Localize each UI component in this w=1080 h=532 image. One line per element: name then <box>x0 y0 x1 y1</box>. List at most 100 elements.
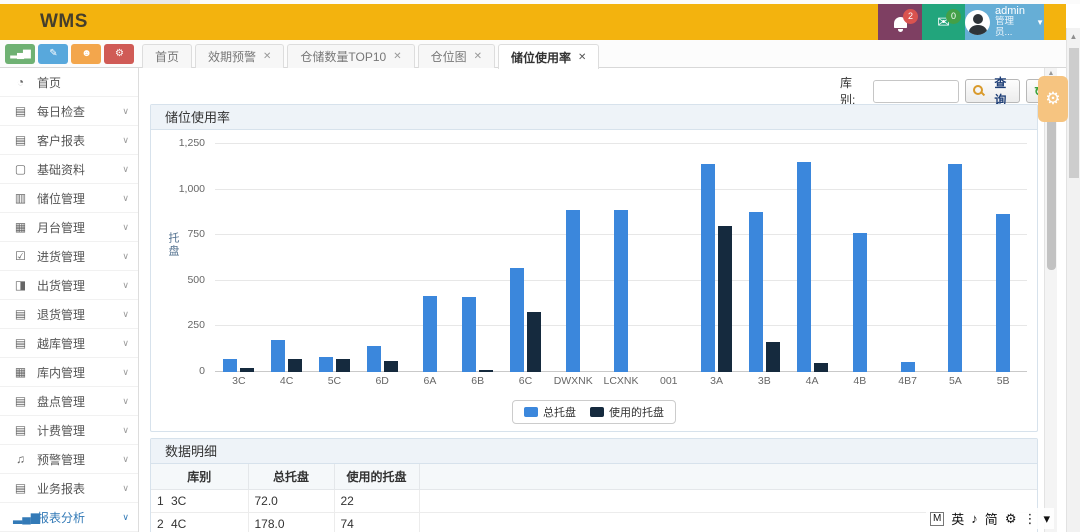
sidebar-item-12[interactable]: ▤计费管理∨ <box>0 416 138 445</box>
notifications-bell-button[interactable]: 2 <box>878 4 922 40</box>
sidebar-item-14[interactable]: ▤业务报表∨ <box>0 474 138 503</box>
bar-used <box>479 370 493 372</box>
browser-scrollbar[interactable]: ▲ <box>1066 28 1080 532</box>
tab-label: 储位使用率 <box>511 49 571 66</box>
legend-item[interactable]: 总托盘 <box>524 404 576 420</box>
list-icon: ▤ <box>13 104 28 118</box>
y-tick-label: 500 <box>187 274 205 286</box>
bar-total <box>319 357 333 373</box>
content-scrollbar[interactable]: ▲ <box>1044 68 1057 532</box>
search-button[interactable]: 查询 <box>965 79 1020 103</box>
ime-item[interactable]: ⚙ <box>1005 511 1017 527</box>
y-tick-label: 0 <box>199 365 205 377</box>
data-table: 库别总托盘使用的托盘 13C72.02224C178.074 <box>151 464 1037 532</box>
chevron-down-icon: ∨ <box>122 222 129 233</box>
sidebar-item-7[interactable]: ◨出货管理∨ <box>0 271 138 300</box>
sidebar-item-6[interactable]: ☑进货管理∨ <box>0 242 138 271</box>
sidebar-item-15[interactable]: ▂▄▆报表分析∨ <box>0 503 138 532</box>
chart-button[interactable]: ▂▄▆ <box>5 44 35 64</box>
bar-used <box>766 342 780 372</box>
sidebar-item-label: 首页 <box>37 74 61 91</box>
app-header: WMS 2 ✉ 0 admin 管理员... ▼ <box>0 4 1066 40</box>
tab-1[interactable]: 效期预警 ✕ <box>195 44 284 68</box>
chevron-down-icon: ∨ <box>122 367 129 378</box>
sidebar-item-0[interactable]: ◔首页 <box>0 68 138 97</box>
table-panel-title: 数据明细 <box>151 439 1037 464</box>
legend-swatch <box>524 407 538 417</box>
tab-close-icon[interactable]: ✕ <box>474 51 482 62</box>
tab-4[interactable]: 储位使用率 ✕ <box>498 44 599 69</box>
table-row[interactable]: 13C72.022 <box>151 489 1037 512</box>
x-tick-label: 4A <box>788 375 836 387</box>
ime-item[interactable]: ♪ <box>971 511 978 526</box>
user-menu[interactable]: admin 管理员... ▼ <box>965 4 1044 40</box>
ime-item[interactable]: 英 <box>951 509 964 528</box>
tab-2[interactable]: 仓储数量TOP10 ✕ <box>287 44 414 68</box>
settings-flap-button[interactable]: ⚙ <box>1038 76 1068 122</box>
warehouse-filter-input[interactable] <box>873 80 959 103</box>
row-number: 2 <box>157 517 171 531</box>
sidebar-item-label: 越库管理 <box>37 335 85 352</box>
x-tick-label: LCXNK <box>597 375 645 387</box>
sidebar-item-1[interactable]: ▤每日检查∨ <box>0 97 138 126</box>
y-axis-labels: 02505007501,0001,250 <box>151 144 205 372</box>
tab-0[interactable]: 首页 <box>142 44 192 68</box>
sidebar-item-4[interactable]: ▥储位管理∨ <box>0 184 138 213</box>
chevron-down-icon: ∨ <box>122 280 129 291</box>
messages-button[interactable]: ✉ 0 <box>922 4 965 40</box>
legend-label: 总托盘 <box>543 404 576 420</box>
x-tick-label: 4B <box>836 375 884 387</box>
x-tick-label: 3A <box>693 375 741 387</box>
x-tick-label: 4C <box>263 375 311 387</box>
tab-label: 仓储数量TOP10 <box>300 48 386 65</box>
tab-3[interactable]: 仓位图✕ <box>418 44 495 68</box>
sidebar-item-2[interactable]: ▤客户报表∨ <box>0 126 138 155</box>
legend-item[interactable]: 使用的托盘 <box>590 404 664 420</box>
ime-item[interactable]: ▾ <box>1043 511 1050 527</box>
ime-item[interactable]: 简 <box>985 509 998 528</box>
plot-area <box>215 144 1027 372</box>
browser-scroll-up-icon[interactable]: ▲ <box>1067 32 1080 41</box>
sidebar-item-11[interactable]: ▤盘点管理∨ <box>0 387 138 416</box>
sidebar-item-10[interactable]: ▦库内管理∨ <box>0 358 138 387</box>
sidebar-item-9[interactable]: ▤越库管理∨ <box>0 329 138 358</box>
check-square-icon: ☑ <box>13 249 28 263</box>
bar-used <box>240 368 254 372</box>
ime-item[interactable]: M <box>930 512 944 526</box>
users-button[interactable]: ☻ <box>71 44 101 64</box>
bar-group-5A <box>931 144 979 372</box>
browser-scrollbar-thumb[interactable] <box>1069 48 1079 178</box>
sidebar-item-label: 业务报表 <box>37 480 85 497</box>
x-tick-label: 4B7 <box>884 375 932 387</box>
tab-close-icon[interactable]: ✕ <box>263 51 271 62</box>
chevron-down-icon: ∨ <box>122 483 129 494</box>
y-tick-label: 750 <box>187 228 205 240</box>
tab-close-icon[interactable]: ✕ <box>578 52 586 63</box>
bar-used <box>527 312 541 372</box>
tab-label: 效期预警 <box>208 48 256 65</box>
bar-group-3C <box>215 144 263 372</box>
sidebar-item-5[interactable]: ▦月台管理∨ <box>0 213 138 242</box>
bar-total <box>853 233 867 372</box>
bar-used <box>814 363 828 372</box>
bar-chart: 托盘 02505007501,0001,250 3C4C5C6D6A6B6CDW… <box>151 130 1037 432</box>
cogs-button[interactable]: ⚙ <box>104 44 134 64</box>
report-icon: ▤ <box>13 133 28 147</box>
bar-total <box>701 164 715 372</box>
tab-close-icon[interactable]: ✕ <box>393 51 401 62</box>
ime-toolbar[interactable]: M英 ♪ 简 ⚙ ⋮ ▾ <box>926 508 1054 529</box>
bar-used <box>336 359 350 372</box>
bar-group-001 <box>645 144 693 372</box>
pencil-button[interactable]: ✎ <box>38 44 68 64</box>
app-title: WMS <box>40 11 88 33</box>
cell-used: 74 <box>334 512 419 532</box>
data-table-panel: 数据明细 库别总托盘使用的托盘 13C72.02224C178.074 <box>150 438 1038 532</box>
sidebar-item-8[interactable]: ▤退货管理∨ <box>0 300 138 329</box>
sidebar-item-13[interactable]: ♫预警管理∨ <box>0 445 138 474</box>
sidebar-item-label: 基础资料 <box>37 161 85 178</box>
bar-total <box>996 214 1010 372</box>
ime-item[interactable]: ⋮ <box>1023 511 1036 527</box>
sidebar-item-label: 预警管理 <box>37 451 85 468</box>
sidebar-item-3[interactable]: ▢基础资料∨ <box>0 155 138 184</box>
table-row[interactable]: 24C178.074 <box>151 512 1037 532</box>
